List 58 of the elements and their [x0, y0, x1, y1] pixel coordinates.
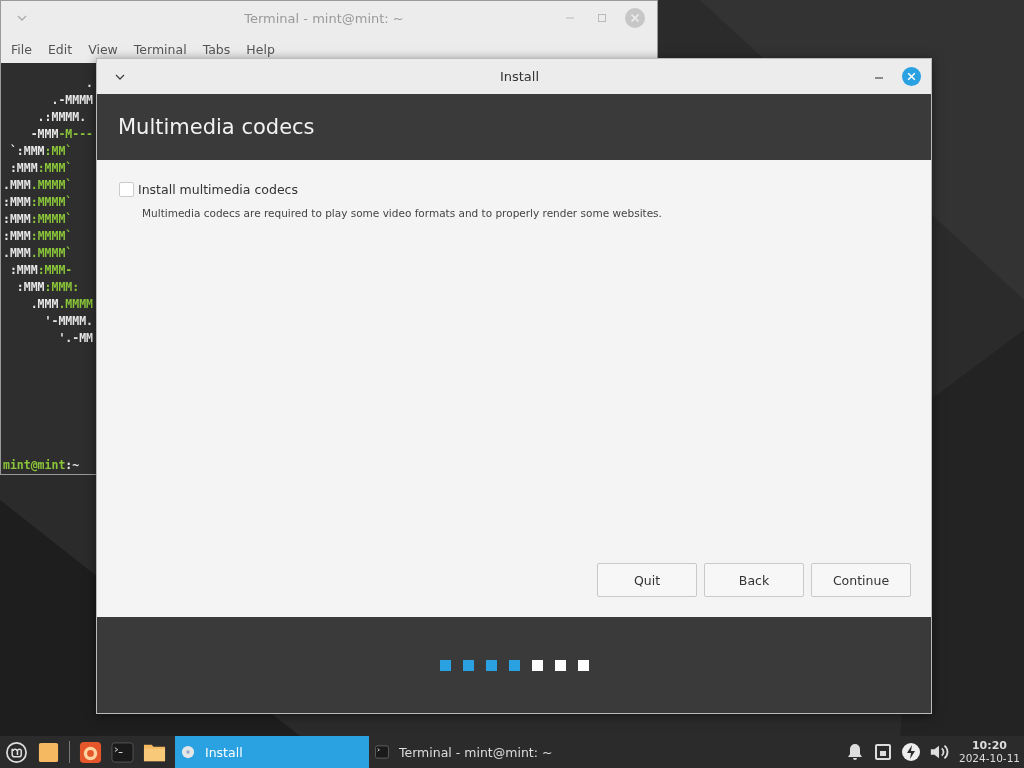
terminal-icon[interactable] [111, 740, 134, 764]
ascii-art-text: :MMMM` [30, 212, 73, 226]
ascii-art-text: -M--- [58, 127, 93, 141]
ascii-art-text: .MMM [3, 246, 31, 260]
power-icon[interactable] [900, 742, 921, 762]
checkbox[interactable] [119, 182, 134, 197]
ascii-art-text: '.-MM [57, 331, 93, 345]
ascii-art-text: .MMMM [58, 297, 93, 311]
menu-item[interactable]: Help [246, 41, 275, 57]
checkbox-label[interactable]: Install multimedia codecs [138, 182, 298, 197]
browser-icon[interactable] [79, 740, 102, 764]
ascii-art-text: :MMMM` [30, 195, 73, 209]
ascii-art-text: .:MMMM. [36, 110, 87, 124]
ascii-art-text: :MMMM` [30, 229, 73, 243]
ascii-art-text: .MMM [29, 297, 59, 311]
menu-item[interactable]: Tabs [202, 41, 231, 57]
ascii-art-text: .MMM [3, 178, 31, 192]
ascii-art-text: `:MMM [8, 144, 45, 158]
menu-item[interactable]: File [11, 41, 32, 57]
ascii-art-text: :MMM` [37, 161, 73, 175]
terminal-icon [375, 745, 389, 759]
page-heading: Multimedia codecs [118, 115, 315, 139]
chevron-down-icon[interactable] [115, 73, 125, 80]
dialog-button[interactable]: Back [704, 563, 804, 597]
clock-date[interactable]: 2024-10-11 [958, 752, 1020, 765]
ascii-art-text: .-MMMM [50, 93, 93, 107]
ascii-art-text: . [85, 76, 93, 90]
ascii-art-text: :MMM- [37, 263, 73, 277]
prompt-path: :~ [65, 458, 80, 472]
ascii-art-text: :MMM [3, 229, 31, 243]
close-icon[interactable] [902, 67, 921, 86]
ascii-art-text: .MMMM` [30, 178, 73, 192]
taskbar-item[interactable]: Terminal - mint@mint: ~ [369, 736, 563, 768]
ascii-art-text: :MMM [3, 195, 31, 209]
disc-icon [181, 745, 195, 759]
ascii-art-text: :MM` [44, 144, 73, 158]
ascii-art-text: :MMM [8, 161, 38, 175]
description-text: Multimedia codecs are required to play some video formats and to properly render some websites. [142, 207, 663, 219]
window-title: Install [498, 69, 541, 84]
menu-item[interactable]: View [88, 41, 118, 57]
menu-item[interactable]: Edit [47, 41, 73, 57]
volume-icon[interactable] [928, 742, 949, 762]
menu-icon[interactable] [5, 740, 28, 764]
ascii-art-text: :MMM [8, 263, 38, 277]
clock-time[interactable]: 10:20 [971, 739, 1007, 752]
ascii-art-text: '-MMMM. [43, 314, 93, 328]
ascii-art-text: -MMM [29, 127, 59, 141]
ascii-art-text: .MMMM` [30, 246, 73, 260]
dialog-button[interactable]: Continue [811, 563, 911, 597]
prompt-user: mint@mint [3, 458, 66, 472]
ascii-art-text: :MMM [15, 280, 45, 294]
ascii-art-text: :MMM: [44, 280, 80, 294]
ascii-art-text: :MMM [3, 212, 31, 226]
desktop-icon[interactable] [37, 740, 60, 764]
dialog-button[interactable]: Quit [597, 563, 697, 597]
menu-item[interactable]: Terminal [133, 41, 187, 57]
network-icon[interactable] [872, 742, 893, 762]
window-title: Terminal - mint@mint: ~ [243, 10, 405, 26]
